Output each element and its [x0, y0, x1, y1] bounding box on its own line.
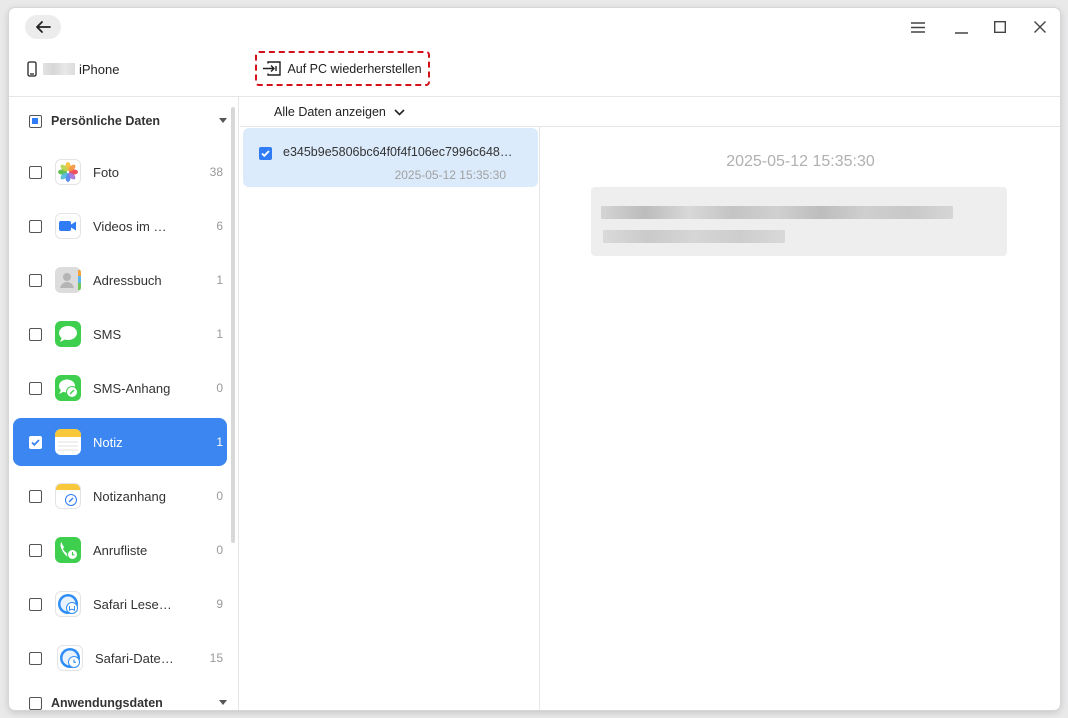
- maximize-button[interactable]: [989, 16, 1011, 38]
- item-checkbox[interactable]: [29, 165, 42, 179]
- section-personal-data[interactable]: Persönliche Daten: [9, 109, 231, 133]
- sidebar-item-label: Safari-Date…: [95, 650, 174, 666]
- sidebar-item-notiz[interactable]: Notiz 1: [13, 418, 227, 466]
- note-title: e345b9e5806bc64f0f4f106ec7996c648…: [283, 145, 513, 159]
- minimize-button[interactable]: [950, 16, 972, 38]
- note-date: 2025-05-12 15:35:30: [394, 168, 506, 182]
- arrow-left-icon: [36, 21, 51, 33]
- sidebar-item-label: Adressbuch: [93, 272, 162, 288]
- section-app-label: Anwendungsdaten: [51, 696, 163, 710]
- sidebar-item-label: SMS-Anhang: [93, 380, 171, 396]
- chevron-down-icon: [394, 108, 405, 116]
- sidebar-item-label: Foto: [93, 164, 120, 180]
- back-button[interactable]: [25, 15, 61, 39]
- notes-icon: [55, 429, 81, 455]
- video-icon: [55, 213, 81, 239]
- section-app-checkbox[interactable]: [29, 696, 42, 710]
- sidebar-item-count: 0: [216, 543, 223, 557]
- list-toolbar: Alle Daten anzeigen: [240, 97, 1060, 127]
- sidebar-item-count: 0: [216, 489, 223, 503]
- sidebar-item-label: Notiz: [93, 434, 123, 450]
- notes-list: e345b9e5806bc64f0f4f106ec7996c648… 2025-…: [240, 127, 540, 710]
- section-personal-label: Persönliche Daten: [51, 114, 161, 128]
- note-content-redacted: [591, 187, 1007, 256]
- chevron-down-icon[interactable]: [219, 700, 227, 705]
- restore-to-pc-icon: [263, 61, 282, 76]
- sidebar-item-notizanhang[interactable]: Notizanhang 0: [13, 472, 227, 520]
- sidebar-item-label: Safari Lese…: [93, 596, 172, 612]
- item-checkbox[interactable]: [29, 381, 42, 395]
- note-attachment-icon: [55, 483, 81, 509]
- section-app-data[interactable]: Anwendungsdaten: [9, 691, 231, 710]
- restore-to-pc-label: Auf PC wiederherstellen: [287, 61, 422, 76]
- section-personal-checkbox[interactable]: [29, 114, 42, 128]
- sidebar-item-label: Notizanhang: [93, 488, 166, 504]
- sidebar-item-label: SMS: [93, 326, 122, 342]
- item-checkbox[interactable]: [29, 273, 42, 287]
- app-window: iPhone Auf PC wiederherstellen Persönlic…: [9, 8, 1060, 710]
- sidebar-item-count: 38: [209, 165, 223, 179]
- sidebar-scrollbar[interactable]: [231, 107, 235, 543]
- hamburger-icon: [911, 21, 925, 33]
- item-checkbox[interactable]: [29, 219, 42, 233]
- note-checkbox[interactable]: [259, 147, 272, 160]
- item-checkbox[interactable]: [29, 489, 42, 503]
- close-icon: [1034, 21, 1046, 33]
- safari-reading-icon: [55, 591, 81, 617]
- item-checkbox[interactable]: [29, 543, 42, 557]
- message-attachment-icon: [55, 375, 81, 401]
- sidebar-item-label: Anrufliste: [93, 542, 148, 558]
- sidebar-item-sms-anhang[interactable]: SMS-Anhang 0: [13, 364, 227, 412]
- sidebar-item-adressbuch[interactable]: Adressbuch 1: [13, 256, 227, 304]
- safari-history-icon: [57, 645, 83, 671]
- filter-dropdown[interactable]: Alle Daten anzeigen: [274, 105, 405, 119]
- item-checkbox[interactable]: [29, 327, 42, 341]
- messages-icon: [55, 321, 81, 347]
- menu-button[interactable]: [907, 16, 929, 38]
- sidebar-item-safari-reading[interactable]: Safari Lese… 9: [13, 580, 227, 628]
- call-history-icon: [55, 537, 81, 563]
- item-checkbox[interactable]: [29, 597, 42, 611]
- close-button[interactable]: [1029, 16, 1051, 38]
- category-sidebar: Persönliche Daten Foto 38 Videos im … 6 …: [9, 97, 239, 710]
- item-checkbox[interactable]: [29, 651, 42, 665]
- sidebar-item-count: 1: [216, 327, 223, 341]
- sidebar-item-label: Videos im …: [93, 218, 167, 234]
- sidebar-item-count: 0: [216, 381, 223, 395]
- sidebar-item-count: 15: [209, 651, 223, 665]
- sidebar-item-count: 1: [216, 273, 223, 287]
- device-label: iPhone: [27, 60, 119, 78]
- sidebar-item-foto[interactable]: Foto 38: [13, 148, 227, 196]
- photos-icon: [55, 159, 81, 185]
- device-owner-redacted: [43, 63, 75, 75]
- maximize-icon: [993, 20, 1007, 34]
- sidebar-item-anrufliste[interactable]: Anrufliste 0: [13, 526, 227, 574]
- sidebar-item-safari-history[interactable]: Safari-Date… 15: [13, 634, 227, 682]
- contacts-icon: [55, 267, 81, 293]
- device-name: iPhone: [79, 61, 120, 77]
- note-detail: 2025-05-12 15:35:30: [541, 127, 1060, 710]
- detail-date: 2025-05-12 15:35:30: [726, 153, 875, 170]
- filter-label: Alle Daten anzeigen: [274, 105, 386, 119]
- item-checkbox[interactable]: [29, 435, 42, 449]
- sidebar-item-count: 6: [216, 219, 223, 233]
- minimize-icon: [954, 31, 968, 34]
- sidebar-item-count: 9: [216, 597, 223, 611]
- restore-to-pc-button[interactable]: Auf PC wiederherstellen: [255, 51, 430, 86]
- list-item[interactable]: e345b9e5806bc64f0f4f106ec7996c648… 2025-…: [243, 128, 538, 187]
- chevron-down-icon[interactable]: [219, 118, 227, 123]
- sidebar-item-videos[interactable]: Videos im … 6: [13, 202, 227, 250]
- sidebar-item-sms[interactable]: SMS 1: [13, 310, 227, 358]
- sidebar-item-count: 1: [216, 435, 223, 449]
- phone-icon: [27, 61, 37, 77]
